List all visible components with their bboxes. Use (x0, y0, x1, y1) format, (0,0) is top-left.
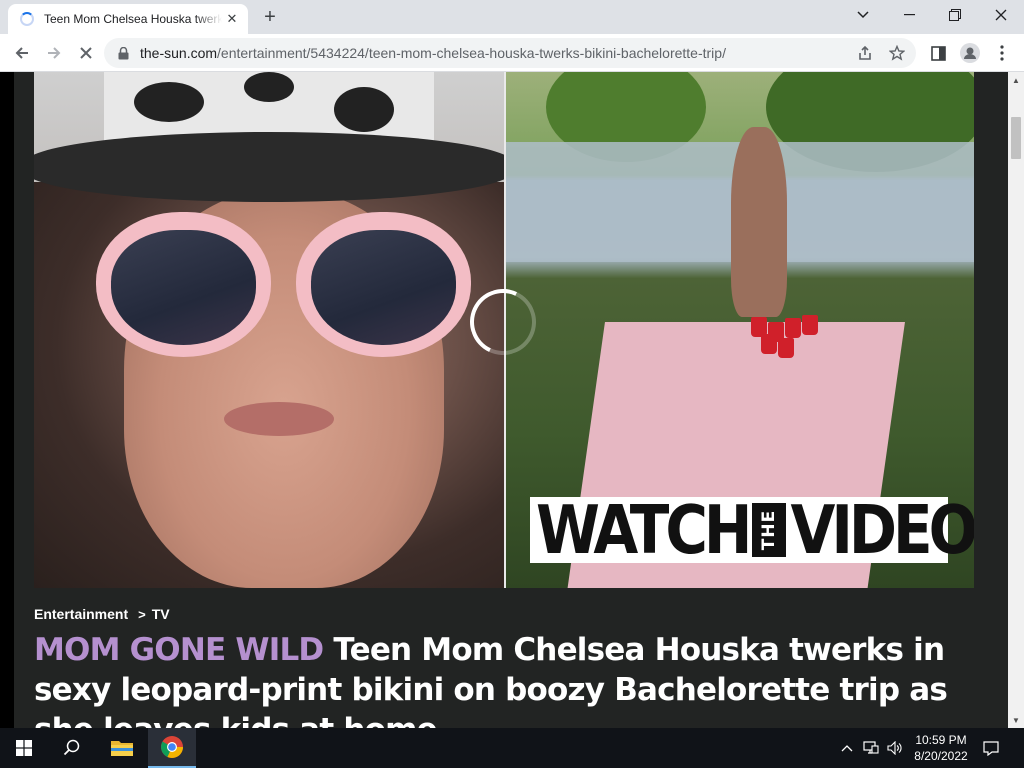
url-domain: the-sun.com (140, 45, 218, 61)
article: WATCH THE VIDEO Entertainment > TV MOM G… (14, 72, 1008, 728)
search-icon (63, 739, 80, 756)
video-frame-left (34, 72, 514, 588)
tab-search-button[interactable] (840, 0, 886, 30)
breadcrumb-section[interactable]: Entertainment (34, 606, 128, 622)
profile-icon (960, 43, 980, 63)
file-explorer-button[interactable] (98, 728, 146, 768)
loading-spinner-icon (20, 12, 34, 26)
restore-icon (949, 9, 961, 21)
restore-button[interactable] (932, 0, 978, 30)
scroll-up-arrow-icon[interactable]: ▲ (1008, 72, 1024, 88)
hat-pattern (334, 87, 394, 132)
lips-shape (224, 402, 334, 436)
profile-button[interactable] (956, 39, 984, 67)
tab-strip: Teen Mom Chelsea Houska twerks in sexy l… (0, 0, 1024, 34)
url-path: /entertainment/5434224/teen-mom-chelsea-… (217, 45, 726, 61)
cup (802, 315, 818, 335)
lens-left (111, 230, 256, 345)
side-panel-button[interactable] (924, 39, 952, 67)
cup (761, 334, 777, 354)
article-headline: MOM GONE WILD Teen Mom Chelsea Houska tw… (34, 630, 994, 728)
cup (778, 338, 794, 358)
close-window-button[interactable] (978, 0, 1024, 30)
address-bar[interactable]: the-sun.com/entertainment/5434224/teen-m… (104, 38, 916, 68)
the-word: THE (759, 509, 780, 551)
notification-icon[interactable] (982, 740, 1000, 756)
system-clock[interactable]: 10:59 PM 8/20/2022 (905, 732, 977, 764)
hat-pattern (134, 82, 204, 122)
file-explorer-icon (111, 741, 133, 756)
windows-start-icon (16, 740, 32, 756)
search-button[interactable] (48, 728, 96, 768)
volume-icon[interactable] (886, 740, 904, 756)
new-tab-button[interactable]: + (258, 6, 282, 30)
web-page: WATCH THE VIDEO Entertainment > TV MOM G… (0, 72, 1008, 728)
browser-tab[interactable]: Teen Mom Chelsea Houska twerks in sexy l… (8, 4, 248, 34)
minimize-button[interactable] (886, 0, 932, 30)
page-scrollbar[interactable]: ▲ ▼ (1008, 72, 1024, 728)
video-word: VIDEO (790, 490, 974, 570)
start-button[interactable] (0, 728, 48, 768)
stop-button[interactable] (72, 39, 100, 67)
hat-brim (34, 132, 514, 202)
person-shape (731, 127, 787, 317)
watch-the-video-banner[interactable]: WATCH THE VIDEO (530, 492, 974, 568)
sidepanel-icon (930, 45, 946, 61)
headline-kicker: MOM GONE WILD (34, 632, 324, 668)
clock-date: 8/20/2022 (914, 749, 968, 763)
menu-icon (1000, 45, 1004, 61)
back-button[interactable] (8, 39, 36, 67)
clock-time: 10:59 PM (915, 733, 967, 747)
breadcrumb-subsection[interactable]: TV (152, 606, 170, 622)
windows-taskbar: 10:59 PM 8/20/2022 (0, 728, 1024, 768)
chevron-down-icon (857, 11, 869, 19)
chevron-up-icon[interactable] (838, 740, 856, 756)
forward-button[interactable] (40, 39, 68, 67)
network-icon[interactable] (862, 740, 880, 756)
browser-toolbar: the-sun.com/entertainment/5434224/teen-m… (0, 34, 1024, 72)
minimize-icon (903, 14, 915, 16)
tab-close-button[interactable]: ✕ (224, 11, 240, 27)
chrome-taskbar-button[interactable] (148, 728, 196, 768)
chrome-icon (161, 736, 183, 758)
close-icon (995, 9, 1007, 21)
watch-word: WATCH (536, 490, 752, 570)
tab-title: Teen Mom Chelsea Houska twerks in sexy l… (44, 12, 222, 26)
video-player[interactable]: WATCH THE VIDEO (34, 72, 974, 588)
url-text[interactable]: the-sun.com/entertainment/5434224/teen-m… (140, 45, 726, 61)
scroll-thumb[interactable] (1011, 117, 1021, 159)
cup (785, 318, 801, 338)
stop-icon (80, 47, 92, 59)
share-icon[interactable] (856, 44, 874, 62)
breadcrumb: Entertainment > TV (34, 606, 170, 622)
scroll-down-arrow-icon[interactable]: ▼ (1008, 712, 1024, 728)
forward-icon (48, 47, 61, 59)
the-badge: THE (752, 503, 787, 557)
star-icon[interactable] (888, 44, 906, 62)
browser-menu-button[interactable] (988, 39, 1016, 67)
chevron-right-icon: > (138, 606, 146, 622)
hat-pattern (244, 72, 294, 102)
back-icon (15, 47, 28, 59)
lens-right (311, 230, 456, 345)
lock-icon[interactable] (116, 46, 130, 60)
